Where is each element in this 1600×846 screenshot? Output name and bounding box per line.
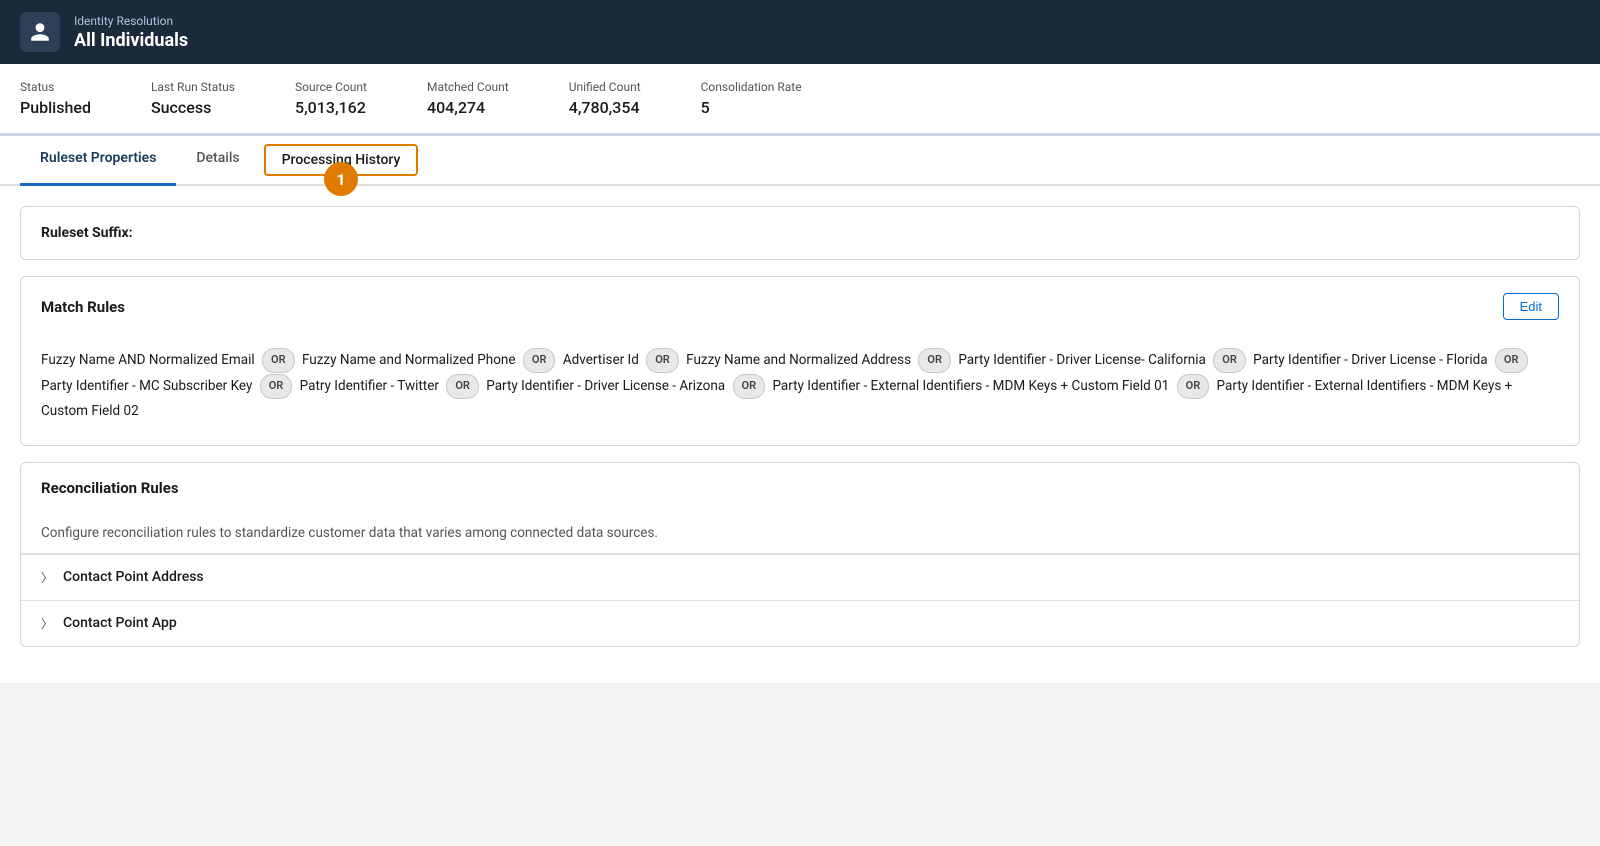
match-rules-card: Match Rules Edit Fuzzy Name AND Normaliz… — [20, 276, 1580, 446]
rule-4: Fuzzy Name and Normalized Address — [686, 352, 911, 368]
chevron-right-icon-2: 〉 — [41, 615, 53, 632]
badge-number: 1 — [324, 162, 358, 196]
stats-bar: Status Published Last Run Status Success Sou… — [0, 64, 1600, 136]
or-badge-7: OR — [260, 374, 293, 399]
rule-3: Advertiser Id — [563, 352, 639, 368]
or-badge-3: OR — [646, 348, 679, 373]
tab-details[interactable]: Details — [176, 136, 259, 186]
match-rules-header: Match Rules Edit — [21, 277, 1579, 336]
reconciliation-rules-header: Reconciliation Rules — [21, 463, 1579, 513]
stat-value: 404,274 — [427, 98, 509, 117]
stat-value: 5 — [701, 98, 802, 117]
rule-10: Party Identifier - External Identifiers … — [772, 378, 1169, 394]
accordion-contact-point-app[interactable]: 〉 Contact Point App — [21, 600, 1579, 646]
stat-item-consolidation-rate: Consolidation Rate 5 — [701, 80, 802, 117]
chevron-right-icon: 〉 — [41, 569, 53, 586]
ruleset-suffix-label: Ruleset Suffix: — [41, 225, 133, 241]
edit-button[interactable]: Edit — [1503, 293, 1559, 320]
match-rules-title: Match Rules — [41, 298, 125, 316]
rule-5: Party Identifier - Driver License- Calif… — [958, 352, 1206, 368]
accordion-contact-point-address[interactable]: 〉 Contact Point Address — [21, 554, 1579, 600]
reconciliation-rules-card: Reconciliation Rules Configure reconcili… — [20, 462, 1580, 647]
or-badge-6: OR — [1495, 348, 1528, 373]
app-name: Identity Resolution — [74, 14, 188, 28]
ruleset-suffix-card: Ruleset Suffix: — [20, 206, 1580, 260]
or-badge-8: OR — [446, 374, 479, 399]
stat-item-last-run-status: Last Run Status Success — [151, 80, 235, 117]
match-rules-text: Fuzzy Name AND Normalized Email OR Fuzzy… — [41, 348, 1559, 425]
stat-label: Status — [20, 80, 91, 94]
stat-item-unified-count: Unified Count 4,780,354 — [569, 80, 641, 117]
stat-item-source-count: Source Count 5,013,162 — [295, 80, 367, 117]
accordion-label-2: Contact Point App — [63, 615, 177, 631]
tabs-container: Ruleset Properties Details Processing Hi… — [0, 136, 1600, 186]
app-icon — [20, 12, 60, 52]
rule-2: Fuzzy Name and Normalized Phone — [302, 352, 516, 368]
match-rules-body: Fuzzy Name AND Normalized Email OR Fuzzy… — [21, 336, 1579, 445]
stat-value: Published — [20, 98, 91, 117]
stat-item-status: Status Published — [20, 80, 91, 117]
or-badge-10: OR — [1177, 374, 1210, 399]
stat-item-matched-count: Matched Count 404,274 — [427, 80, 509, 117]
or-badge-1: OR — [262, 348, 295, 373]
stat-value: Success — [151, 98, 235, 117]
stat-label: Consolidation Rate — [701, 80, 802, 94]
reconciliation-rules-title: Reconciliation Rules — [41, 479, 179, 497]
or-badge-4: OR — [918, 348, 951, 373]
stat-label: Matched Count — [427, 80, 509, 94]
rule-8: Patry Identifier - Twitter — [300, 378, 439, 394]
page-title: All Individuals — [74, 30, 188, 51]
tab-ruleset-properties[interactable]: Ruleset Properties — [20, 136, 176, 186]
app-header: Identity Resolution All Individuals — [0, 0, 1600, 64]
stat-label: Unified Count — [569, 80, 641, 94]
rule-1: Fuzzy Name AND Normalized Email — [41, 352, 255, 368]
main-content: Ruleset Properties Details Processing Hi… — [0, 136, 1600, 683]
tab-processing-history[interactable]: Processing History 1 — [264, 144, 419, 176]
identity-icon — [29, 21, 51, 43]
content-area: Ruleset Suffix: Match Rules Edit Fuzzy N… — [0, 186, 1600, 683]
rule-9: Party Identifier - Driver License - Ariz… — [486, 378, 725, 394]
header-text: Identity Resolution All Individuals — [74, 14, 188, 51]
stat-label: Last Run Status — [151, 80, 235, 94]
stat-value: 4,780,354 — [569, 98, 641, 117]
reconciliation-description: Configure reconciliation rules to standa… — [21, 513, 1579, 554]
accordion-label-1: Contact Point Address — [63, 569, 204, 585]
rule-6: Party Identifier - Driver License - Flor… — [1253, 352, 1487, 368]
stat-label: Source Count — [295, 80, 367, 94]
or-badge-9: OR — [733, 374, 766, 399]
rule-7: Party Identifier - MC Subscriber Key — [41, 378, 252, 394]
or-badge-2: OR — [523, 348, 556, 373]
stat-value: 5,013,162 — [295, 98, 367, 117]
or-badge-5: OR — [1213, 348, 1246, 373]
